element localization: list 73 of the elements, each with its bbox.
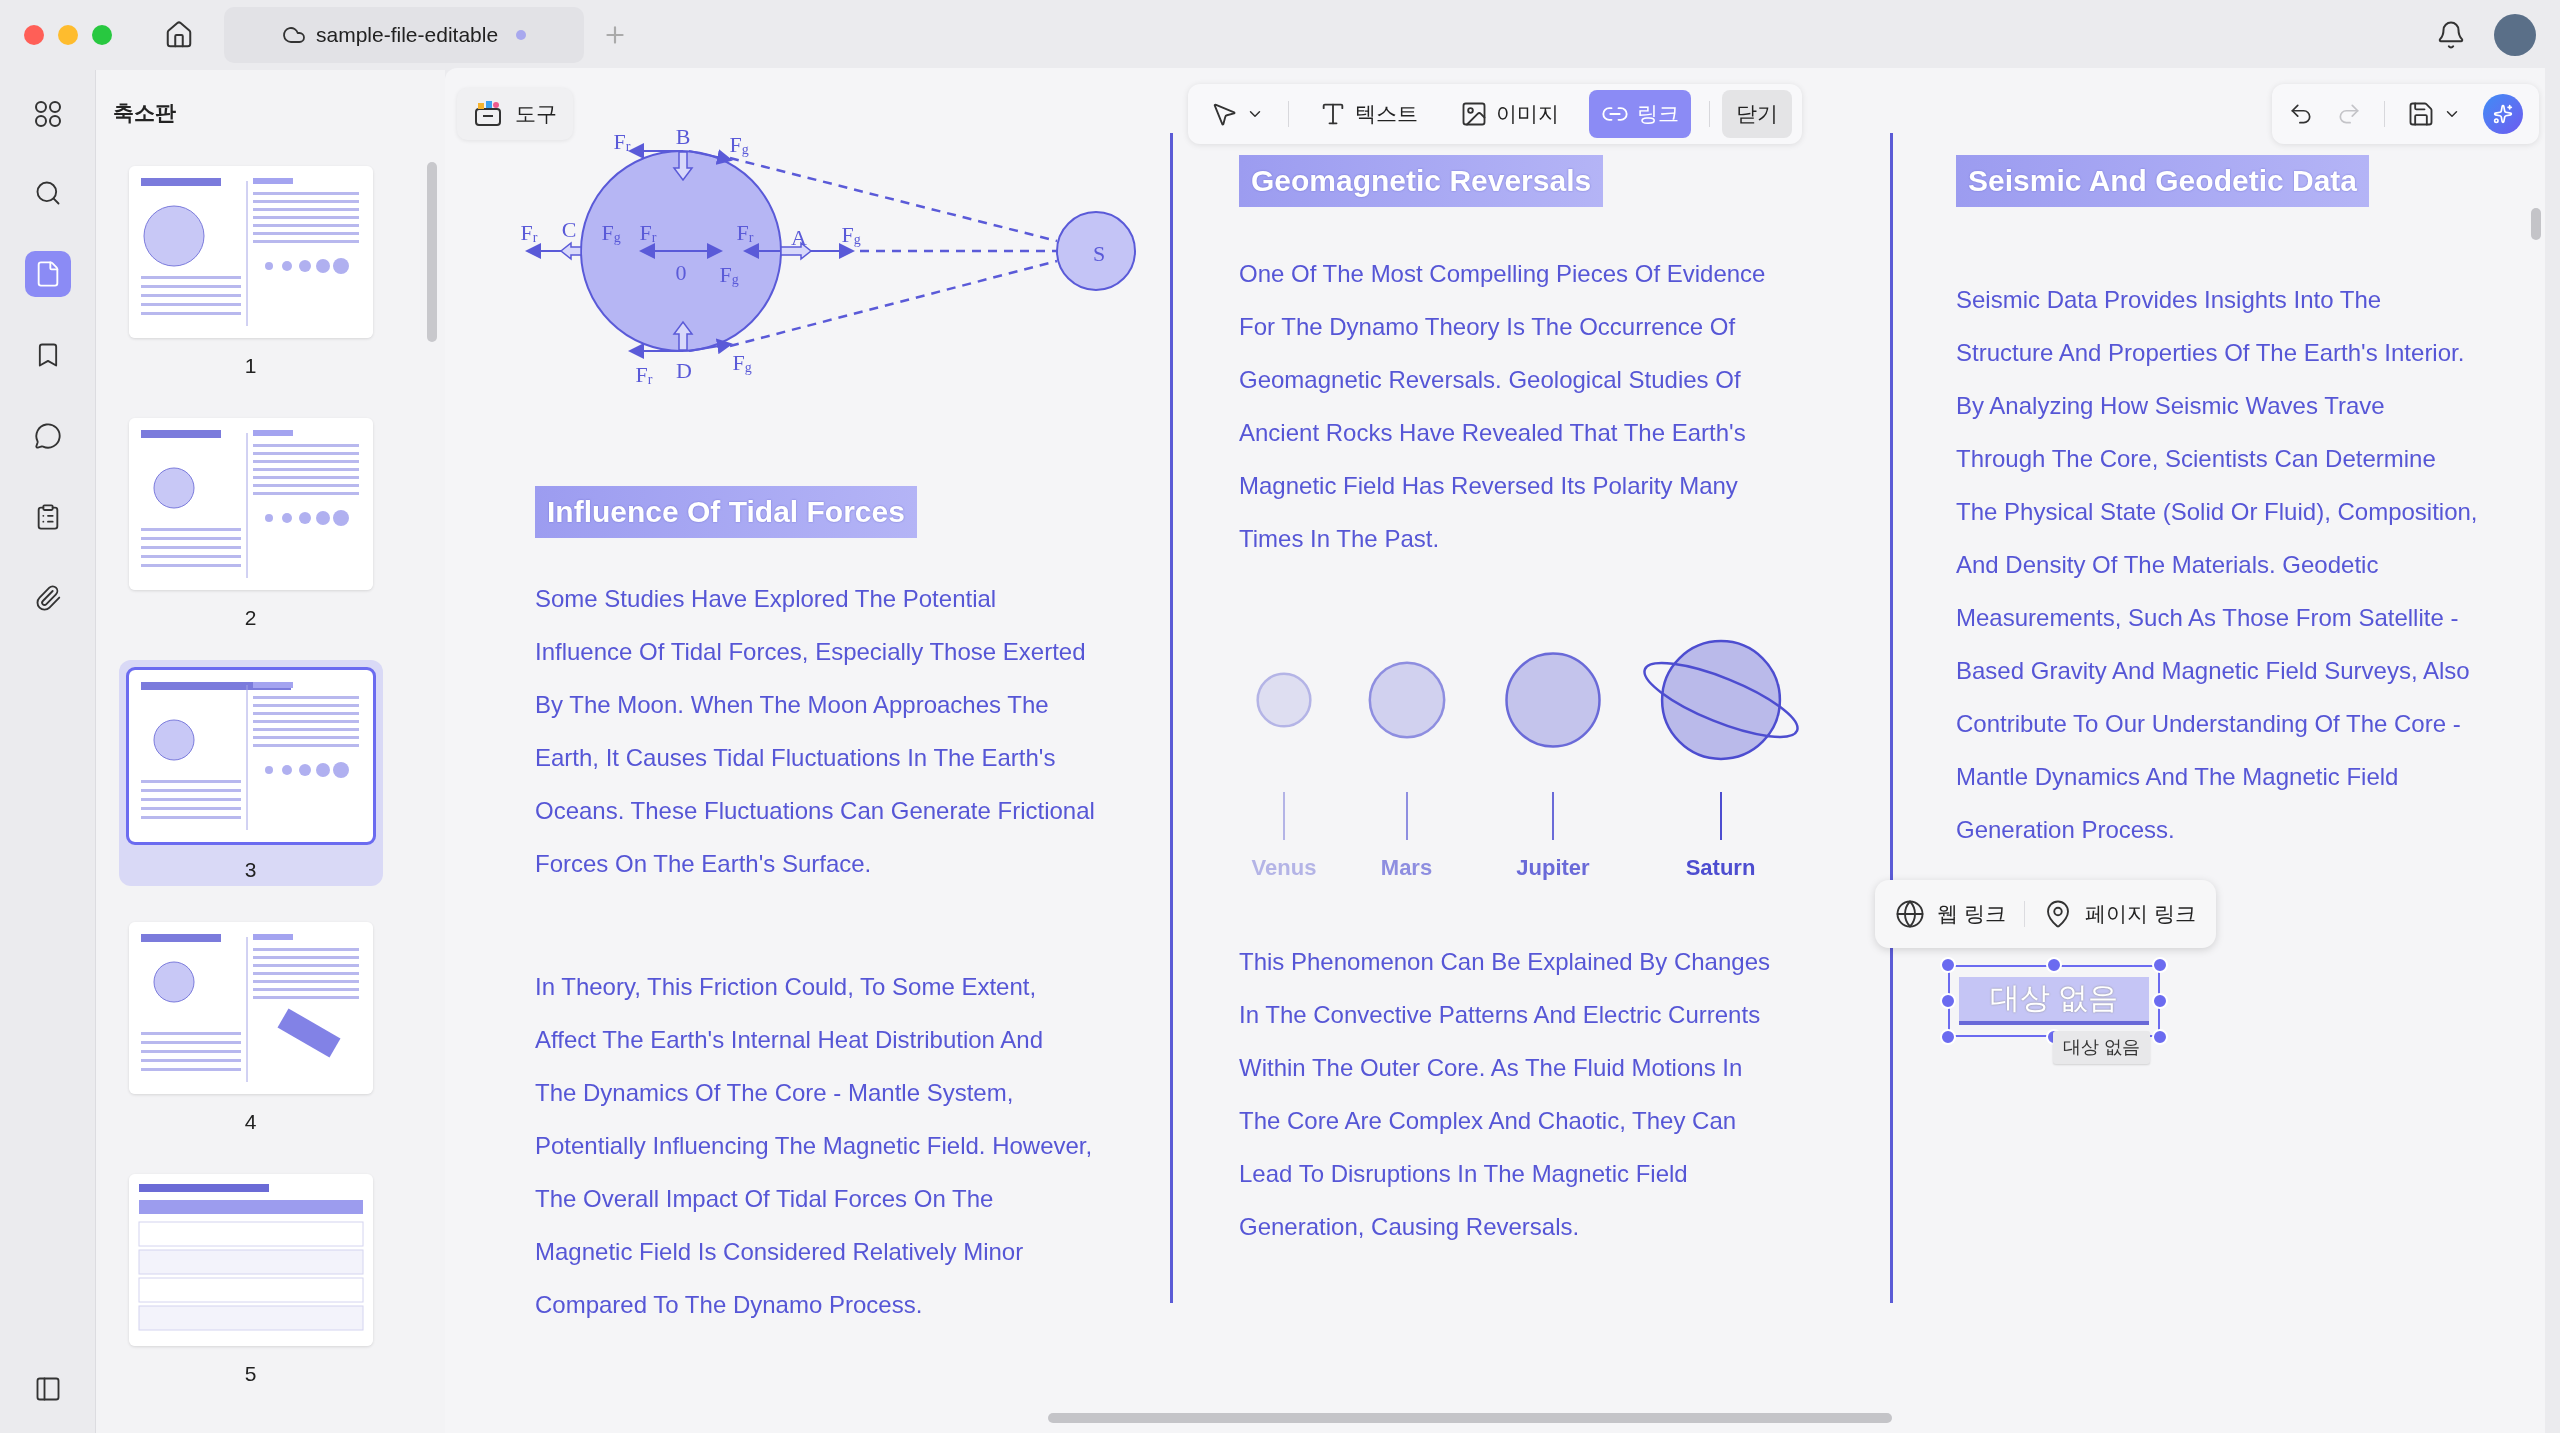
diagram-label: F$_{r}$ (635, 361, 653, 387)
link-type-option[interactable]: 페이지 링크 (2042, 898, 2196, 930)
user-avatar[interactable] (2494, 14, 2536, 56)
close-window-button[interactable] (24, 25, 44, 45)
diagram-label: 0 (675, 259, 687, 285)
bell-icon (2436, 20, 2466, 50)
diagram-label: F$_{r}$ (639, 219, 657, 245)
link-placeholder-text: 대상 없음 (1959, 977, 2149, 1025)
diagram-label: F$_{g}$ (841, 221, 861, 247)
tooltip: 대상 없음 (2053, 1031, 2150, 1064)
body-paragraph: Seismic Data Provides Insights Into The Structure And Properties Of The Earth's Interior. By Analyzing How Seismic Waves Trave Through The Core, Scientists Can Determine The Physical State (Solid Or Fluid), Composition, And Density Of The Materials. Geodetic Measurements, Such As Those From Satellite - Based Gravity And Magnetic Field Surveys, Also Contribute To Our Understanding Of The Core - Mantle Dynamics And The Magnetic Field Generation Process. (1956, 285, 2479, 845)
body-paragraph: This Phenomenon Can Be Explained By Changes In The Convective Patterns And Electric Currents Within The Outer Core. As The Fluid Motions In The Core Are Complex And Chaotic, They Can Lead To Disruptions In The Magnetic Field Generation, Causing Reversals. (1239, 947, 1771, 1242)
planet-label: Saturn (1685, 854, 1756, 882)
image-icon (1460, 100, 1488, 128)
resize-handle[interactable] (2152, 957, 2168, 973)
diagram-label: F$_{r}$ (736, 219, 754, 245)
resize-handle[interactable] (1940, 993, 1956, 1009)
body-paragraph: Some Studies Have Explored The Potential Influence Of Tidal Forces, Especially Those Exerted By The Moon. When The Moon Approaches The Earth, It Causes Tidal Fluctuations In The Earth's Oceans. These Fluctuations Can Generate Frictional Forces On The Earth's Surface. (535, 584, 1096, 879)
image-tool-button[interactable]: 이미지 (1448, 90, 1571, 138)
tools-button[interactable]: 도구 (457, 88, 573, 140)
page-number: 2 (244, 605, 257, 631)
page-number: 3 (244, 857, 257, 883)
diagram-label: S (1092, 240, 1106, 266)
section-heading: Geomagnetic Reversals (1239, 155, 1604, 207)
thumbnail-item[interactable]: 5 (118, 1164, 383, 1390)
body-paragraph: In Theory, This Friction Could, To Some Extent, Affect The Earth's Internal Heat Distribution And The Dynamics Of The Core - Mantle System, Potentially Influencing The Magnetic Field. However, The Overall Impact Of Tidal Forces On The Magnetic Field Is Considered Relatively Minor Compared To The Dynamo Process. (535, 972, 1094, 1320)
diagram-label: F$_{g}$ (719, 261, 739, 287)
thumbnail-item[interactable]: 4 (118, 912, 383, 1138)
diagram-label: A (791, 224, 807, 250)
scrollbar[interactable] (427, 162, 437, 342)
document-tab[interactable]: sample-file-editable (224, 7, 584, 63)
scrollbar[interactable] (2531, 208, 2541, 240)
page-number: 5 (244, 1361, 257, 1387)
section-heading: Seismic And Geodetic Data (1956, 155, 2369, 207)
resize-handle[interactable] (1940, 1029, 1956, 1045)
diagram-label: B (675, 123, 691, 149)
section-heading: Influence Of Tidal Forces (535, 486, 917, 538)
planet-label: Mars (1380, 854, 1433, 882)
diagram-label: F$_{r}$ (520, 219, 538, 245)
toolbox-icon (473, 100, 503, 128)
close-edit-button[interactable]: 닫기 (1722, 90, 1792, 138)
planet-label: Venus (1251, 854, 1317, 882)
tab-title: sample-file-editable (316, 22, 499, 49)
thumbnail-item[interactable]: 3 (118, 660, 383, 886)
diagram-label: F$_{g}$ (729, 131, 749, 157)
resize-handle[interactable] (2046, 957, 2062, 973)
ai-assistant-button[interactable] (2483, 94, 2523, 134)
text-tool-button[interactable]: 텍스트 (1307, 90, 1430, 138)
notification-button[interactable] (2436, 20, 2466, 50)
thumbnail-item[interactable]: 2 (118, 408, 383, 634)
planet-label: Jupiter (1516, 854, 1590, 882)
page-number: 4 (244, 1109, 257, 1135)
globe-icon (1895, 899, 1925, 929)
resize-handle[interactable] (2152, 1029, 2168, 1045)
home-icon (164, 20, 194, 50)
body-paragraph: One Of The Most Compelling Pieces Of Evidence For The Dynamo Theory Is The Occurrence Of Geomagnetic Reversals. Geological Studies Of Ancient Rocks Have Revealed That The Earth's Magnetic Field Has Reversed Its Polarity Many Times In The Past. (1239, 259, 1767, 554)
page-number: 1 (244, 353, 257, 379)
grid-icon (32, 99, 63, 129)
resize-handle[interactable] (2152, 993, 2168, 1009)
save-icon (2407, 100, 2435, 128)
sparkle-icon (2493, 104, 2513, 124)
link-type-option[interactable]: 웹 링크 (1895, 898, 2006, 930)
resize-handle[interactable] (1940, 957, 1956, 973)
diagram-label: F$_{r}$ (613, 128, 631, 154)
diagram-label: F$_{g}$ (601, 219, 621, 245)
diagram-label: F$_{g}$ (732, 349, 752, 375)
panel-title: 축소판 (113, 100, 176, 127)
pages-button[interactable] (24, 251, 71, 297)
comment-icon (33, 422, 62, 450)
scrollbar[interactable] (1048, 1413, 1892, 1423)
diagram-label: C (561, 216, 577, 242)
diagram-label: D (676, 357, 692, 383)
thumbnail-item[interactable]: 1 (118, 156, 383, 382)
